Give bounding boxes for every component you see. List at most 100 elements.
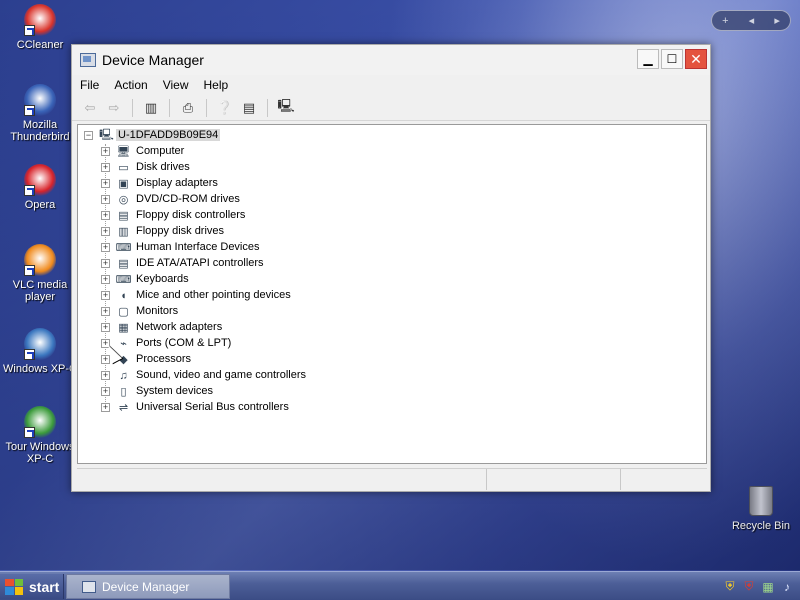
tree-item-label: Human Interface Devices bbox=[136, 241, 260, 253]
title-bar[interactable]: Device Manager ▁ ☐ ✕ bbox=[72, 45, 710, 75]
show-hide-console-tree-button[interactable]: ▥ bbox=[141, 98, 161, 118]
tree-item[interactable]: + ▤ IDE ATA/ATAPI controllers bbox=[78, 256, 706, 272]
menu-file[interactable]: File bbox=[80, 78, 99, 92]
tree-item[interactable]: + ⇌ Universal Serial Bus controllers bbox=[78, 400, 706, 416]
expand-icon[interactable]: + bbox=[101, 179, 110, 188]
network-icon[interactable]: ▦ bbox=[760, 579, 776, 595]
desktop-icon-4[interactable]: Windows XP-C bbox=[2, 328, 78, 375]
scan-hardware-button[interactable]: 🖳 bbox=[276, 98, 296, 118]
tree-item[interactable]: + ♫ Sound, video and game controllers bbox=[78, 368, 706, 384]
taskbar-device-manager-label: Device Manager bbox=[102, 579, 190, 594]
device-tree-panel[interactable]: − 🖳 U-1DFADD9B09E94 + 🖥 Computer + ▭ Disk dri… bbox=[77, 124, 707, 464]
tree-item[interactable]: + ⌁ Ports (COM & LPT) bbox=[78, 336, 706, 352]
tree-item[interactable]: + ◖ Mice and other pointing devices bbox=[78, 288, 706, 304]
start-label: start bbox=[29, 578, 60, 595]
gadget-prev-button[interactable]: ◂ bbox=[749, 14, 755, 27]
toolbar: ⇦ ⇨ ▥ ⎙ ❔ ▤ 🖳 bbox=[72, 95, 710, 121]
expand-icon[interactable]: + bbox=[101, 307, 110, 316]
gadget-next-button[interactable]: ▸ bbox=[774, 14, 780, 27]
expand-icon[interactable]: + bbox=[101, 211, 110, 220]
security-shield-icon[interactable]: ⛨ bbox=[722, 579, 738, 595]
desktop-icon-5[interactable]: Tour Windows XP-C bbox=[2, 406, 78, 465]
taskbar-device-manager-button[interactable]: Device Manager bbox=[66, 574, 230, 599]
shortcut-arrow-icon bbox=[24, 25, 35, 36]
help-button[interactable]: ❔ bbox=[215, 98, 235, 118]
toolbar-separator bbox=[206, 98, 207, 117]
maximize-button[interactable]: ☐ bbox=[661, 49, 683, 69]
volume-icon[interactable]: ♪ bbox=[779, 579, 795, 595]
desktop-icon-label: Mozilla Thunderbird bbox=[10, 119, 70, 143]
expand-icon[interactable]: + bbox=[101, 403, 110, 412]
close-button[interactable]: ✕ bbox=[685, 49, 707, 69]
tree-item[interactable]: + ▤ Floppy disk controllers bbox=[78, 208, 706, 224]
windows-icon bbox=[24, 328, 56, 360]
ide-icon: ▤ bbox=[118, 258, 129, 270]
desktop-icon-3[interactable]: VLC media player bbox=[2, 244, 78, 303]
recycle-bin-label: Recycle Bin bbox=[731, 520, 791, 532]
tree-item[interactable]: + ▥ Floppy disk drives bbox=[78, 224, 706, 240]
gadget-add-button[interactable]: + bbox=[722, 15, 728, 27]
desktop-icon-label: Windows XP-C bbox=[3, 363, 77, 375]
tree-item[interactable]: + ◎ DVD/CD-ROM drives bbox=[78, 192, 706, 208]
forward-button[interactable]: ⇨ bbox=[104, 98, 124, 118]
tree-root[interactable]: − 🖳 U-1DFADD9B09E94 bbox=[78, 128, 706, 144]
tree-item[interactable]: + ▦ Network adapters bbox=[78, 320, 706, 336]
desktop-icon-2[interactable]: Opera bbox=[2, 164, 78, 211]
alert-shield-icon[interactable]: ⛨ bbox=[741, 579, 757, 595]
recycle-bin[interactable]: Recycle Bin bbox=[726, 486, 796, 532]
menu-view[interactable]: View bbox=[163, 78, 189, 92]
expand-icon[interactable]: + bbox=[101, 163, 110, 172]
expand-icon[interactable]: + bbox=[101, 259, 110, 268]
back-button[interactable]: ⇦ bbox=[80, 98, 100, 118]
scan-hardware-icon: 🖳 bbox=[277, 97, 295, 113]
minimize-button[interactable]: ▁ bbox=[637, 49, 659, 69]
expand-icon[interactable]: + bbox=[101, 147, 110, 156]
desktop-icon-0[interactable]: CCleaner bbox=[2, 4, 78, 51]
tree-item-label: DVD/CD-ROM drives bbox=[136, 193, 240, 205]
expand-icon[interactable]: + bbox=[101, 195, 110, 204]
device-manager-window: Device Manager ▁ ☐ ✕ File Action View He… bbox=[71, 44, 711, 492]
windows-logo-icon bbox=[5, 578, 23, 595]
device-manager-task-icon bbox=[82, 580, 96, 593]
print-button[interactable]: ⎙ bbox=[178, 98, 198, 118]
tree-item-label: Floppy disk drives bbox=[136, 225, 225, 237]
tree-item[interactable]: + ⌨ Human Interface Devices bbox=[78, 240, 706, 256]
expand-icon[interactable]: + bbox=[101, 275, 110, 284]
expand-icon[interactable]: + bbox=[101, 291, 110, 300]
expand-icon[interactable]: + bbox=[101, 371, 110, 380]
status-cell-3 bbox=[621, 469, 707, 490]
status-cell-main bbox=[77, 469, 487, 490]
back-arrow-icon: ⇦ bbox=[84, 99, 96, 115]
tree-item[interactable]: + ◆ Processors bbox=[78, 352, 706, 368]
properties-button[interactable]: ▤ bbox=[239, 98, 259, 118]
tree-item[interactable]: + 🖥 Computer bbox=[78, 144, 706, 160]
system-device-icon: ▯ bbox=[120, 386, 127, 398]
tree-item-label: Display adapters bbox=[136, 177, 218, 189]
shortcut-arrow-icon bbox=[24, 349, 35, 360]
desktop-icon-label: VLC media player bbox=[12, 279, 68, 303]
tree-item[interactable]: + ▯ System devices bbox=[78, 384, 706, 400]
menu-help[interactable]: Help bbox=[204, 78, 229, 92]
tree-item-label: Computer bbox=[136, 145, 185, 157]
start-button[interactable]: start bbox=[0, 574, 64, 599]
menu-action[interactable]: Action bbox=[114, 78, 147, 92]
sidebar-gadget[interactable]: + ◂ ▸ bbox=[711, 10, 791, 31]
ccleaner-icon bbox=[24, 4, 56, 36]
tree-item[interactable]: + ▢ Monitors bbox=[78, 304, 706, 320]
minimize-icon: ▁ bbox=[643, 52, 653, 66]
tree-item[interactable]: + ▭ Disk drives bbox=[78, 160, 706, 176]
expand-icon[interactable]: + bbox=[101, 323, 110, 332]
sound-icon: ♫ bbox=[119, 369, 128, 382]
tree-item[interactable]: + ▣ Display adapters bbox=[78, 176, 706, 192]
tree-item-label: System devices bbox=[136, 385, 214, 397]
expand-icon[interactable]: + bbox=[101, 387, 110, 396]
expand-icon[interactable]: + bbox=[101, 227, 110, 236]
tree-item[interactable]: + ⌨ Keyboards bbox=[78, 272, 706, 288]
taskbar: start Device Manager ⛨ ⛨ ▦ ♪ bbox=[0, 571, 800, 600]
expand-icon[interactable]: + bbox=[101, 243, 110, 252]
desktop-icon-1[interactable]: Mozilla Thunderbird bbox=[2, 84, 78, 143]
tree-item-label: Universal Serial Bus controllers bbox=[136, 401, 289, 413]
vlc-icon bbox=[24, 244, 56, 276]
root-computer-name: U-1DFADD9B09E94 bbox=[116, 129, 221, 141]
collapse-icon[interactable]: − bbox=[84, 131, 93, 140]
